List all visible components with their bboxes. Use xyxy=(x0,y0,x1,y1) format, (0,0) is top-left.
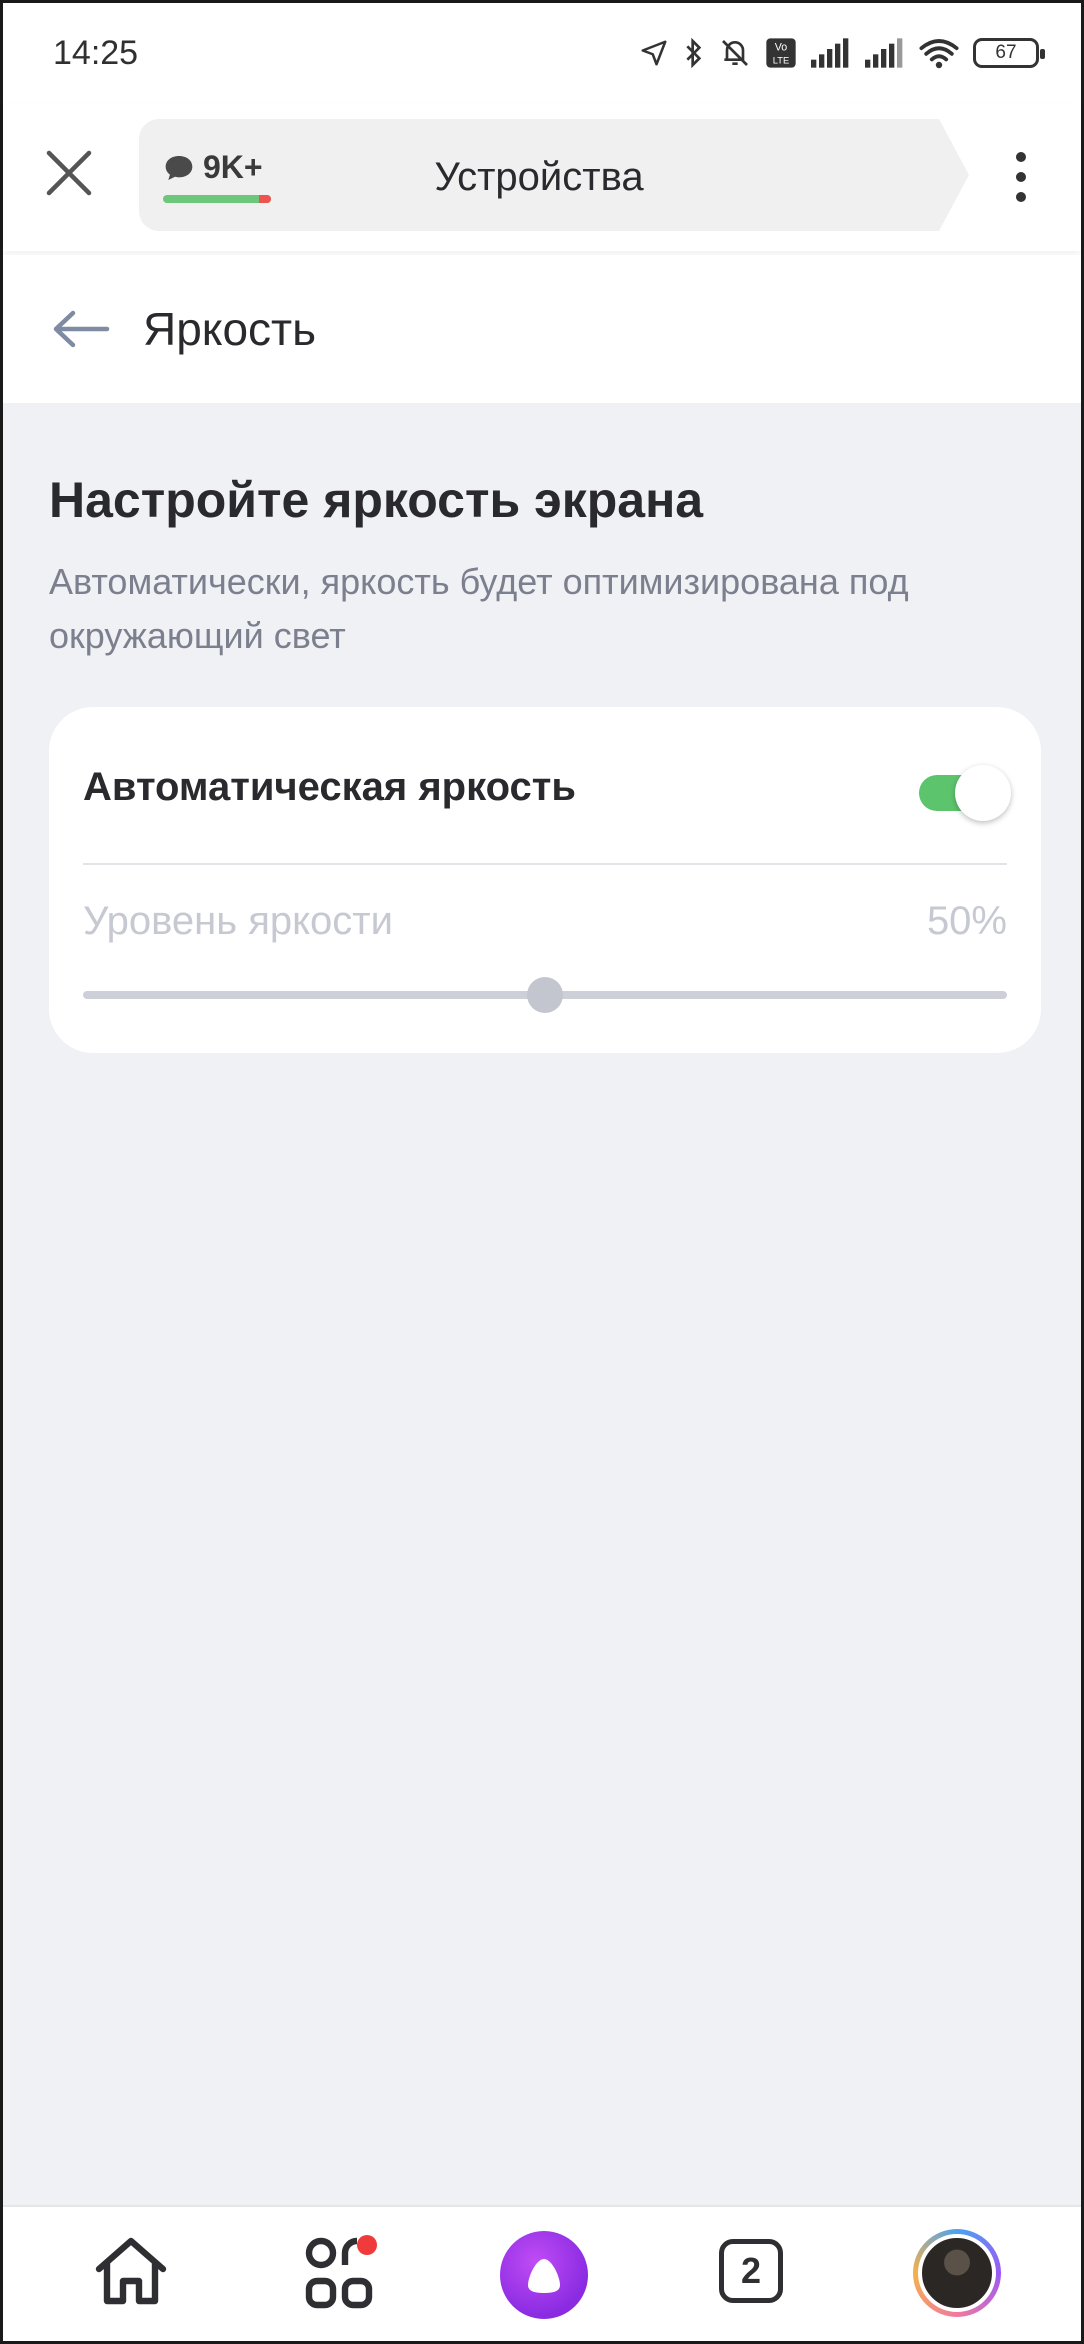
wifi-icon xyxy=(919,39,959,69)
auto-brightness-label: Автоматическая яркость xyxy=(83,765,576,809)
svg-text:Vo: Vo xyxy=(775,41,788,53)
notification-dot xyxy=(357,2235,377,2255)
section-description: Автоматически, яркость будет оптимизиров… xyxy=(49,561,909,656)
app-header: 9K+ Устройства xyxy=(3,103,1081,251)
alice-icon xyxy=(528,2259,560,2293)
divider xyxy=(83,863,1007,865)
section-title: Настройте яркость экрана xyxy=(49,472,704,528)
home-icon[interactable] xyxy=(91,2233,171,2309)
slider-thumb[interactable] xyxy=(527,977,563,1013)
tab-title: Устройства xyxy=(434,155,644,199)
tabs-count-button[interactable]: 2 xyxy=(719,2239,783,2303)
avatar[interactable] xyxy=(913,2229,1001,2317)
bluetooth-icon xyxy=(686,37,702,69)
alice-button[interactable] xyxy=(500,2231,588,2319)
tabs-count: 2 xyxy=(740,2250,762,2291)
tab-pill[interactable]: 9K+ Устройства xyxy=(139,119,969,231)
page-title: Яркость xyxy=(143,303,317,355)
brightness-card: Автоматическая яркость Уровень яркости 5… xyxy=(49,707,1041,1053)
bottom-nav: 2 xyxy=(3,2205,1081,2341)
location-icon xyxy=(641,40,667,66)
volte-icon: Vo LTE xyxy=(766,38,796,68)
services-icon[interactable] xyxy=(301,2233,381,2313)
back-arrow-icon[interactable] xyxy=(51,309,111,349)
content-area: Настройте яркость экрана Автоматически, … xyxy=(3,403,1081,2211)
signal-icon xyxy=(865,38,903,68)
brightness-level-label: Уровень яркости xyxy=(83,899,393,943)
toggle-knob xyxy=(955,765,1011,821)
svg-text:LTE: LTE xyxy=(773,56,789,66)
signal-icon xyxy=(811,38,849,68)
more-options-icon[interactable] xyxy=(1009,149,1033,205)
brightness-slider[interactable] xyxy=(83,977,1007,1013)
brightness-level-row: Уровень яркости 50% xyxy=(83,899,1007,959)
brightness-level-value: 50% xyxy=(926,899,1007,943)
avatar-image xyxy=(918,2234,996,2312)
battery-icon: 67 xyxy=(973,38,1045,68)
battery-level: 67 xyxy=(995,42,1017,63)
close-icon[interactable] xyxy=(43,147,95,199)
sub-header: Яркость xyxy=(3,255,1081,403)
status-time: 14:25 xyxy=(53,33,139,72)
status-bar: 14:25 Vo LTE 67 xyxy=(3,3,1081,103)
status-icons: Vo LTE 67 xyxy=(639,37,1045,69)
auto-brightness-row[interactable]: Автоматическая яркость xyxy=(83,765,1011,825)
auto-brightness-toggle[interactable] xyxy=(919,765,1011,821)
mute-icon xyxy=(722,40,748,66)
